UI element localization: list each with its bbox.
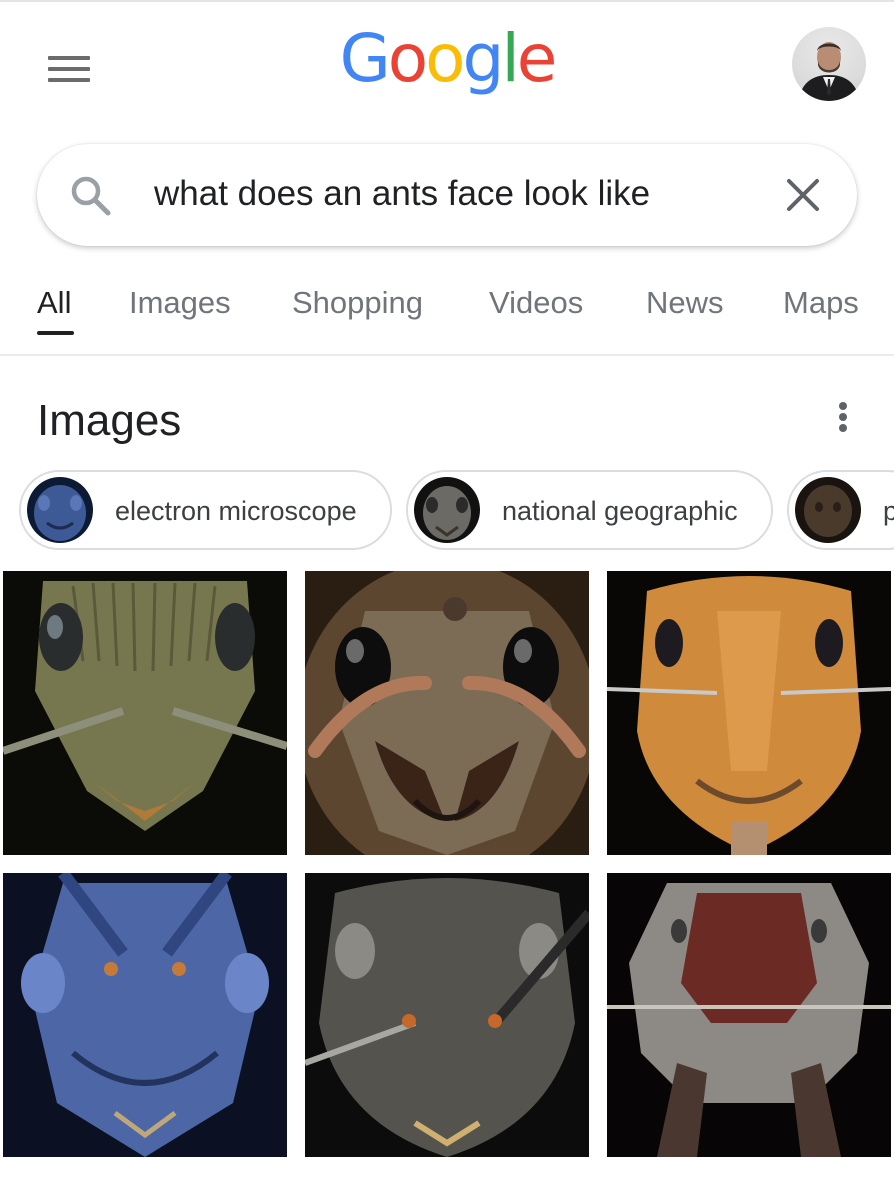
account-avatar[interactable] (792, 27, 866, 101)
search-icon[interactable] (69, 174, 113, 218)
chip-thumbnail (414, 477, 480, 543)
chip-label: p (883, 496, 894, 527)
tab-news[interactable]: News (646, 285, 724, 321)
tab-videos[interactable]: Videos (489, 285, 583, 321)
tab-images[interactable]: Images (129, 285, 231, 321)
chip-label: national geographic (502, 496, 738, 526)
image-result[interactable] (607, 873, 891, 1157)
logo-letter: G (339, 20, 391, 97)
image-result[interactable] (3, 571, 287, 855)
tab-maps[interactable]: Maps (783, 285, 859, 321)
logo-letter: g (462, 20, 505, 97)
tab-all[interactable]: All (37, 285, 71, 321)
tab-shopping[interactable]: Shopping (292, 285, 423, 321)
logo-letter: l (501, 20, 519, 97)
search-tabs: All Images Shopping Videos News Maps (0, 285, 894, 355)
search-bar[interactable]: what does an ants face look like (37, 144, 857, 246)
image-result[interactable] (305, 873, 589, 1157)
chip-thumbnail (27, 477, 93, 543)
chip-thumbnail (795, 477, 861, 543)
top-border (0, 0, 894, 2)
chip-label: electron microscope (115, 496, 357, 526)
close-icon[interactable] (784, 176, 822, 214)
image-result[interactable] (607, 571, 891, 855)
chip-electron-microscope[interactable]: electron microscope (19, 470, 392, 550)
logo-letter: o (387, 20, 428, 97)
chip-partial[interactable]: p (787, 470, 894, 550)
image-result[interactable] (3, 873, 287, 1157)
chip-national-geographic[interactable]: national geographic (406, 470, 773, 550)
search-query-text[interactable]: what does an ants face look like (154, 174, 650, 214)
google-logo[interactable]: Google (0, 26, 894, 92)
section-title: Images (37, 396, 182, 445)
logo-letter: e (516, 20, 558, 97)
divider (0, 354, 894, 356)
more-vert-icon[interactable] (832, 400, 854, 436)
logo-letter: o (425, 20, 465, 97)
active-tab-indicator (37, 331, 74, 335)
image-result[interactable] (305, 571, 589, 855)
